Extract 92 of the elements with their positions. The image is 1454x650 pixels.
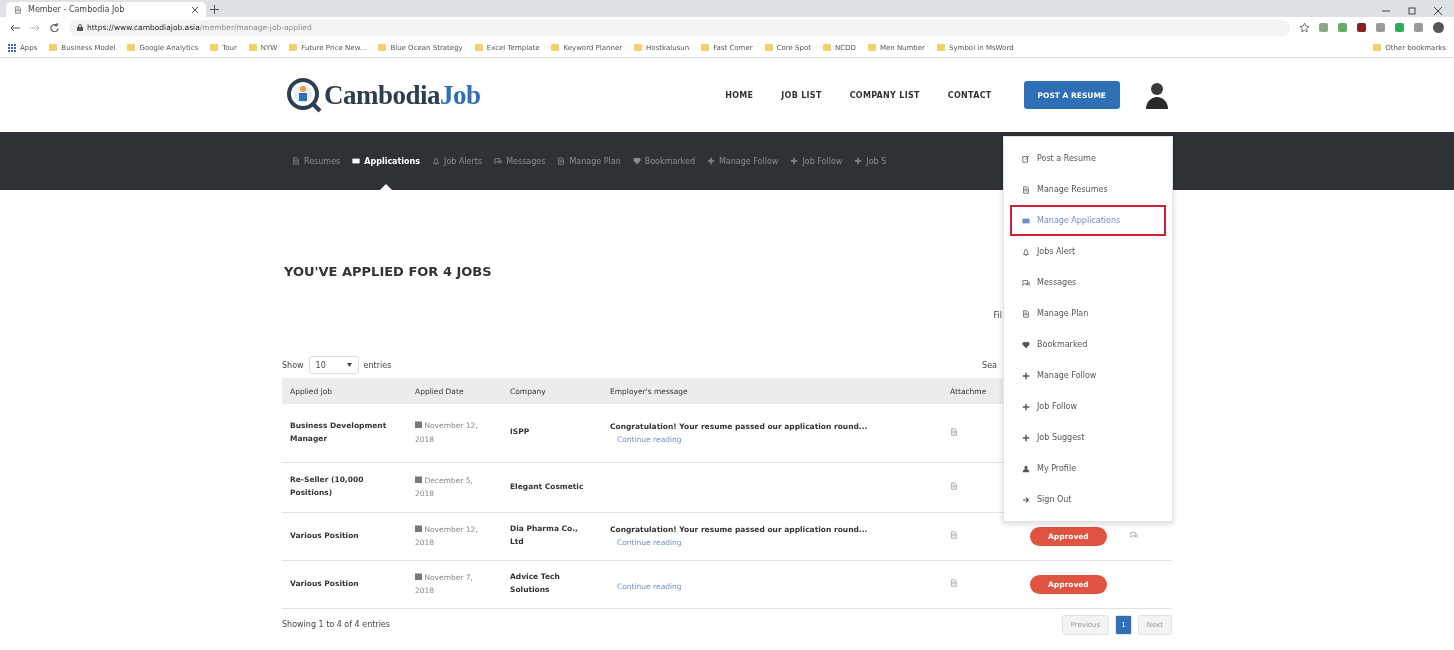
member-tab[interactable]: Messages [494,132,546,190]
folder-icon [49,44,58,51]
entries-label: entries [363,360,392,370]
menu-item[interactable]: Jobs Alert [1010,236,1166,267]
menu-item[interactable]: Sign Out [1010,484,1166,515]
member-tab[interactable]: Job S [854,132,887,190]
grid-icon [8,43,16,52]
bell-icon [432,157,441,165]
back-icon[interactable] [10,23,20,32]
star-icon[interactable] [1300,23,1309,32]
chat-icon [494,157,503,165]
menu-item[interactable]: Manage Applications [1010,205,1166,236]
member-tab[interactable]: Bookmarked [632,132,695,190]
attachment-icon [950,427,958,436]
calendar-icon [415,524,422,532]
nav-link[interactable]: CONTACT [947,90,992,100]
member-tab[interactable]: Applications [352,132,421,190]
browser-tab[interactable]: Member - Cambodia Job [6,2,206,17]
show-label: Show [282,360,304,370]
folder-icon [822,44,831,51]
card-icon [1022,216,1030,225]
calendar-icon [415,572,422,580]
chat-icon [1130,531,1138,539]
close-icon[interactable] [192,6,198,13]
page-icon [14,5,22,14]
signout-icon [1022,495,1030,504]
menu-item[interactable]: Manage Plan [1010,298,1166,329]
folder-icon [378,44,387,51]
plus-icon [1022,371,1030,380]
folder-icon [248,44,257,51]
menu-item[interactable]: Bookmarked [1010,329,1166,360]
user-icon [1022,464,1030,473]
doc-icon [1022,185,1030,194]
doc-icon [1022,309,1030,318]
folder-icon [867,44,876,51]
menu-item[interactable]: My Profile [1010,453,1166,484]
doc-icon [557,157,566,165]
new-tab-icon[interactable] [210,5,219,14]
heart-icon [632,157,641,165]
menu-item[interactable]: Manage Resumes [1010,174,1166,205]
nav-link[interactable]: COMPANY LIST [849,90,920,100]
nav-link[interactable]: HOME [725,90,754,100]
profile-icon[interactable] [1433,22,1444,33]
edit-icon [1022,154,1030,163]
folder-icon [289,44,298,51]
card-icon [352,157,361,165]
filter-label: Fil [993,311,1002,322]
member-tab[interactable]: Job Follow [790,132,843,190]
doc-icon [292,157,300,165]
entries-info: Showing 1 to 4 of 4 entries [282,620,390,629]
plus-icon [790,157,799,165]
tab-title: Member - Cambodia Job [28,5,126,14]
plus-icon [854,157,863,165]
folder-icon [474,44,483,51]
calendar-icon [415,475,422,483]
menu-item[interactable]: Post a Resume [1010,143,1166,174]
menu-item[interactable]: Job Suggest [1010,422,1166,453]
attachment-icon [950,482,958,490]
folder-icon [937,44,945,51]
extension-icon[interactable] [1357,23,1366,32]
plus-icon [706,157,715,165]
reload-icon[interactable] [50,23,59,32]
member-tab[interactable]: Resumes [292,132,341,190]
nav-link[interactable]: JOB LIST [781,90,822,100]
folder-icon [127,44,136,51]
lock-icon [77,24,83,31]
logo-text[interactable]: CambodiaJob [324,79,481,111]
heart-icon [1022,340,1030,349]
folder-icon [634,44,643,51]
folder-icon [764,44,773,51]
restore-icon[interactable] [1408,7,1416,15]
member-tab[interactable]: Manage Follow [706,132,779,190]
folder-icon [210,44,219,51]
bell-icon [1022,247,1030,256]
plus-icon [1022,402,1030,411]
attachment-icon [950,531,958,539]
member-tab[interactable]: Manage Plan [557,132,621,190]
folder-icon [701,44,710,51]
attachment-icon [950,579,958,587]
menu-item[interactable]: Messages [1010,267,1166,298]
chat-icon [1022,278,1030,287]
page-title: YOU'VE APPLIED FOR 4 JOBS [284,264,493,279]
member-tab[interactable]: Job Alerts [432,132,483,190]
folder-icon [1373,44,1382,51]
close-icon[interactable] [1434,7,1442,15]
calendar-icon [415,421,422,429]
entries-select[interactable]: 10 [308,356,359,374]
folder-icon [551,44,560,51]
logo-icon [286,77,322,113]
plus-icon [1022,433,1030,442]
caret-icon [346,363,352,367]
search-label: Sea [982,360,997,370]
